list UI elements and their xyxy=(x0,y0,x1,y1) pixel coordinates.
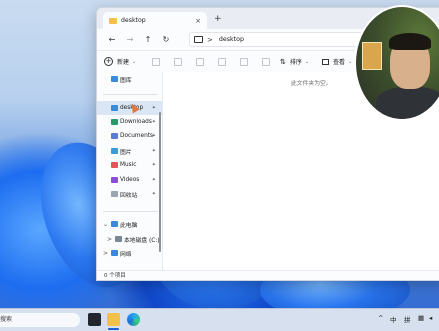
sidebar-item-pictures[interactable]: 图片 ✦ xyxy=(97,144,162,158)
tab-label: desktop xyxy=(121,17,146,24)
chevron-down-icon: ⌄ xyxy=(132,58,137,65)
presenter-body xyxy=(376,87,439,119)
edge-browser-icon[interactable] xyxy=(127,313,140,326)
pin-icon: ✦ xyxy=(151,105,156,111)
delete-icon[interactable] xyxy=(262,57,271,66)
tab-close-icon[interactable]: × xyxy=(195,17,207,25)
chevron-down-icon: ⌄ xyxy=(304,58,310,65)
disk-icon xyxy=(115,236,122,242)
background-poster xyxy=(362,42,382,70)
sidebar-item-label: 网络 xyxy=(120,251,132,258)
pin-icon: ✦ xyxy=(151,191,156,197)
status-bar: 0 个项目 xyxy=(97,270,439,280)
item-count: 0 个项目 xyxy=(104,273,126,279)
back-button[interactable]: ← xyxy=(103,35,121,44)
sidebar-scrollbar[interactable] xyxy=(159,112,161,252)
copy-icon[interactable] xyxy=(174,57,183,66)
sidebar-item-label: 回收站 xyxy=(120,192,138,199)
plus-icon: + xyxy=(104,57,113,66)
sidebar-item-network[interactable]: > 网络 xyxy=(97,246,162,260)
sidebar-item-downloads[interactable]: Downloads ✦ xyxy=(97,115,162,129)
sidebar-item-videos[interactable]: Videos ✦ xyxy=(97,173,162,187)
gallery-icon xyxy=(111,76,118,82)
navigation-pane: 图库 desktop ✦ Downloads ✦ Documents ✦ 图片 … xyxy=(97,72,163,270)
network-tray-icon[interactable]: ▦ xyxy=(418,314,424,322)
sidebar-item-label: Videos xyxy=(120,177,140,183)
sidebar-item-recycle-bin[interactable]: 回收站 ✦ xyxy=(97,187,162,201)
chevron-right-icon[interactable]: > xyxy=(107,236,112,243)
sidebar-item-label: Downloads xyxy=(120,119,152,125)
sidebar-item-label: 图片 xyxy=(120,149,132,156)
sidebar-item-label: 此电脑 xyxy=(120,222,138,229)
sort-icon: ⇅ xyxy=(280,57,286,66)
folder-icon xyxy=(109,17,117,24)
taskbar-search-box[interactable]: 搜索 xyxy=(0,313,80,327)
tray-chevron-icon[interactable]: ^ xyxy=(378,314,383,322)
refresh-button[interactable]: ↻ xyxy=(157,35,175,44)
presenter-hair xyxy=(389,33,431,50)
sidebar-item-label: 本地磁盘 (C:) xyxy=(124,237,160,244)
chevron-down-icon[interactable]: ⌄ xyxy=(103,221,108,228)
pin-icon: ✦ xyxy=(151,148,156,154)
view-icon xyxy=(322,58,329,65)
sort-button[interactable]: ⇅ 排序 ⌄ xyxy=(280,57,310,67)
input-method[interactable]: 拼 xyxy=(404,314,411,324)
divider xyxy=(103,211,158,212)
file-explorer-taskbar-icon[interactable] xyxy=(107,313,120,326)
downloads-icon xyxy=(111,119,118,125)
empty-folder-message: 此文件夹为空。 xyxy=(291,81,332,87)
pin-icon: ✦ xyxy=(151,133,156,139)
cut-icon[interactable] xyxy=(152,57,161,66)
input-language[interactable]: 中 xyxy=(390,314,397,324)
sidebar-item-music[interactable]: Music ✦ xyxy=(97,158,162,172)
taskbar: 搜索 ^ 中 拼 ▦ ◂ xyxy=(0,308,439,331)
volume-tray-icon[interactable]: ◂ xyxy=(429,314,432,322)
rename-icon[interactable] xyxy=(218,57,227,66)
sidebar-item-gallery[interactable]: 图库 xyxy=(97,72,162,86)
chevron-right-icon[interactable]: > xyxy=(103,250,108,257)
task-view-icon[interactable] xyxy=(88,313,101,326)
new-label: 新建 xyxy=(117,59,130,66)
sidebar-item-local-disk[interactable]: > 本地磁盘 (C:) xyxy=(97,232,162,246)
this-pc-icon xyxy=(111,221,118,227)
recycle-bin-icon xyxy=(111,191,118,197)
forward-button[interactable]: → xyxy=(121,35,139,44)
chevron-down-icon: ⌄ xyxy=(348,58,353,65)
view-label: 查看 xyxy=(333,59,346,66)
breadcrumb-desktop[interactable]: desktop xyxy=(219,36,244,43)
sidebar-item-label: Music xyxy=(120,162,137,168)
share-icon[interactable] xyxy=(240,57,249,66)
sort-label: 排序 xyxy=(289,59,302,66)
network-icon xyxy=(111,250,118,256)
pin-icon: ✦ xyxy=(151,177,156,183)
videos-icon xyxy=(111,177,118,183)
up-button[interactable]: ↑ xyxy=(139,35,157,44)
pictures-icon xyxy=(111,148,118,154)
divider xyxy=(103,94,158,95)
tab-desktop[interactable]: desktop × xyxy=(103,12,207,29)
sidebar-item-label: 图库 xyxy=(120,77,132,84)
new-tab-button[interactable]: + xyxy=(214,14,222,24)
new-button[interactable]: + 新建 ⌄ xyxy=(104,57,136,66)
pin-icon: ✦ xyxy=(151,119,156,125)
sidebar-item-label: Documents xyxy=(120,133,154,139)
this-pc-icon xyxy=(194,36,203,43)
pin-icon: ✦ xyxy=(151,162,156,168)
breadcrumb-separator: > xyxy=(207,35,213,44)
view-button[interactable]: 查看 ⌄ xyxy=(322,57,352,66)
sidebar-item-this-pc[interactable]: ⌄ 此电脑 xyxy=(97,217,162,231)
webcam-overlay xyxy=(354,5,439,121)
desktop-folder-icon xyxy=(111,105,118,111)
documents-icon xyxy=(111,133,118,139)
paste-icon[interactable] xyxy=(196,57,205,66)
music-icon xyxy=(111,162,118,168)
sidebar-item-documents[interactable]: Documents ✦ xyxy=(97,129,162,143)
